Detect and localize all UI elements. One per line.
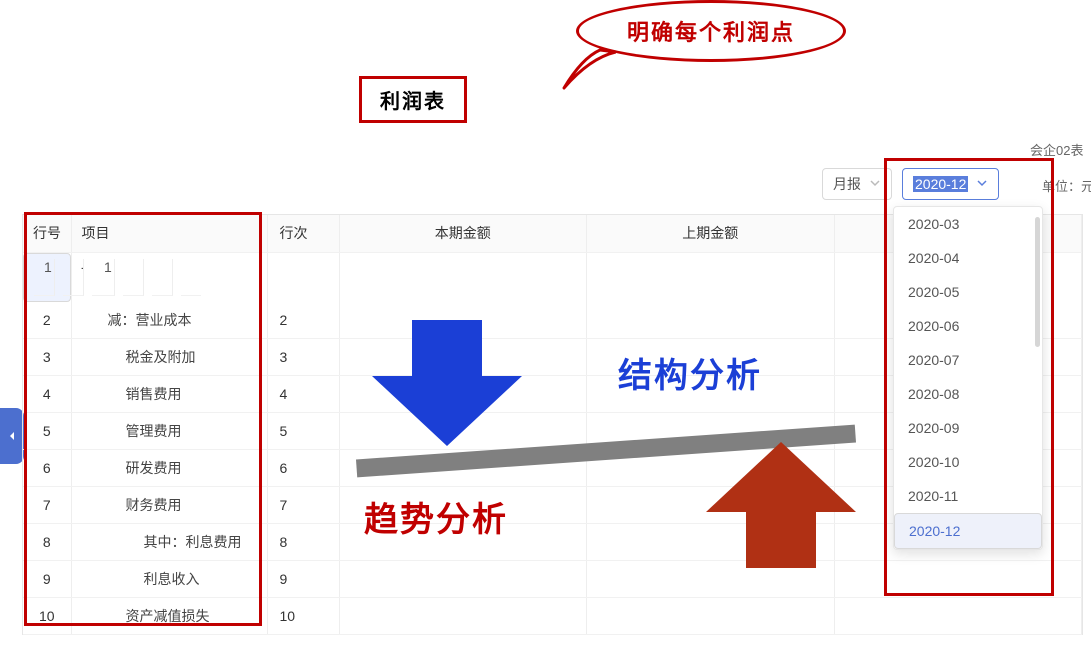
th-prev[interactable]: 上期金额 (587, 215, 835, 252)
cell-seq: 10 (267, 598, 339, 635)
side-expand-tab[interactable] (0, 408, 24, 464)
dropdown-option[interactable]: 2020-08 (894, 377, 1042, 411)
cell-item: 资产减值损失 (71, 598, 267, 635)
cell-item: 财务费用 (71, 487, 267, 524)
cell-item: 其中：利息费用 (71, 524, 267, 561)
dropdown-option[interactable]: 2020-03 (894, 207, 1042, 241)
cell-item: 管理费用 (71, 413, 267, 450)
cell-item: 减：营业成本 (71, 302, 267, 339)
cell-amount[interactable] (339, 302, 587, 339)
dropdown-option[interactable]: 2020-09 (894, 411, 1042, 445)
cell-item: 利息收入 (71, 561, 267, 598)
cell-rownum: 4 (23, 376, 71, 413)
table-row[interactable]: 10资产减值损失10 (23, 598, 1082, 635)
cell-amount[interactable] (339, 524, 587, 561)
dropdown-option[interactable]: 2020-05 (894, 275, 1042, 309)
cell-seq: 9 (267, 561, 339, 598)
cell-seq: 6 (267, 450, 339, 487)
annotation-callout-text: 明确每个利润点 (576, 0, 846, 62)
unit-label: 单位：元 (1042, 176, 1091, 195)
cell-amount[interactable] (587, 413, 835, 450)
dropdown-option[interactable]: 2020-10 (894, 445, 1042, 479)
th-seq[interactable]: 行次 (267, 215, 339, 252)
cell-amount[interactable] (587, 450, 835, 487)
chevron-down-icon (976, 176, 988, 192)
report-period-dropdown: 2020-032020-042020-052020-062020-072020-… (893, 206, 1043, 550)
cell-amount[interactable] (339, 450, 587, 487)
cell-seq: 5 (267, 413, 339, 450)
scrollbar-thumb[interactable] (1035, 217, 1040, 347)
cell-amount[interactable] (587, 487, 835, 524)
report-type-select[interactable]: 月报 (822, 168, 892, 200)
dropdown-option[interactable]: 2020-06 (894, 309, 1042, 343)
cell-item: 销售费用 (71, 376, 267, 413)
report-period-select[interactable]: 2020-12 (902, 168, 999, 200)
cell-rownum: 6 (23, 450, 71, 487)
cell-amount[interactable] (181, 259, 201, 296)
th-current[interactable]: 本期金额 (339, 215, 587, 252)
cell-amount[interactable] (834, 598, 1082, 635)
cell-amount[interactable] (339, 598, 587, 635)
cell-amount[interactable] (152, 259, 173, 296)
dropdown-option[interactable]: 2020-12 (894, 513, 1042, 549)
cell-amount[interactable] (587, 376, 835, 413)
cell-amount[interactable] (123, 259, 144, 296)
form-number-label: 会企02表 (1030, 140, 1083, 159)
page-title: 利润表 (359, 76, 467, 123)
dropdown-option[interactable]: 2020-11 (894, 479, 1042, 513)
cell-amount[interactable] (339, 339, 587, 376)
cell-seq: 1 (92, 259, 115, 296)
report-period-value: 2020-12 (913, 176, 968, 192)
cell-seq: 4 (267, 376, 339, 413)
cell-seq: 3 (267, 339, 339, 376)
cell-seq: 2 (267, 302, 339, 339)
cell-rownum: 8 (23, 524, 71, 561)
table-row[interactable]: 9利息收入9 (23, 561, 1082, 598)
cell-amount[interactable] (834, 561, 1082, 598)
cell-rownum: 3 (23, 339, 71, 376)
cell-amount[interactable] (339, 413, 587, 450)
cell-seq: 7 (267, 487, 339, 524)
cell-rownum: 7 (23, 487, 71, 524)
cell-amount[interactable] (339, 487, 587, 524)
cell-rownum: 9 (23, 561, 71, 598)
cell-rownum: 2 (23, 302, 71, 339)
cell-item: 一、营业收入 (63, 259, 84, 296)
annotation-callout-tail (560, 48, 616, 92)
cell-amount[interactable] (587, 561, 835, 598)
annotation-callout-bubble: 明确每个利润点 (546, 0, 856, 92)
cell-rownum: 5 (23, 413, 71, 450)
report-selectors: 月报 2020-12 (822, 168, 999, 200)
dropdown-option[interactable]: 2020-07 (894, 343, 1042, 377)
report-type-value: 月报 (833, 174, 861, 194)
cell-amount[interactable] (339, 376, 587, 413)
cell-seq: 8 (267, 524, 339, 561)
cell-amount[interactable] (587, 339, 835, 376)
cell-rownum: 1 (34, 259, 55, 296)
th-item[interactable]: 项目 (71, 215, 267, 252)
triangle-left-icon (6, 430, 18, 442)
cell-amount[interactable] (587, 598, 835, 635)
cell-amount[interactable] (339, 561, 587, 598)
cell-rownum: 10 (23, 598, 71, 635)
table-row[interactable]: 1一、营业收入1 (23, 253, 71, 302)
dropdown-option[interactable]: 2020-04 (894, 241, 1042, 275)
cell-amount[interactable] (587, 302, 835, 339)
th-rownum[interactable]: 行号 (23, 215, 71, 252)
cell-item: 税金及附加 (71, 339, 267, 376)
cell-item: 研发费用 (71, 450, 267, 487)
chevron-down-icon (869, 176, 881, 192)
cell-amount[interactable] (587, 524, 835, 561)
